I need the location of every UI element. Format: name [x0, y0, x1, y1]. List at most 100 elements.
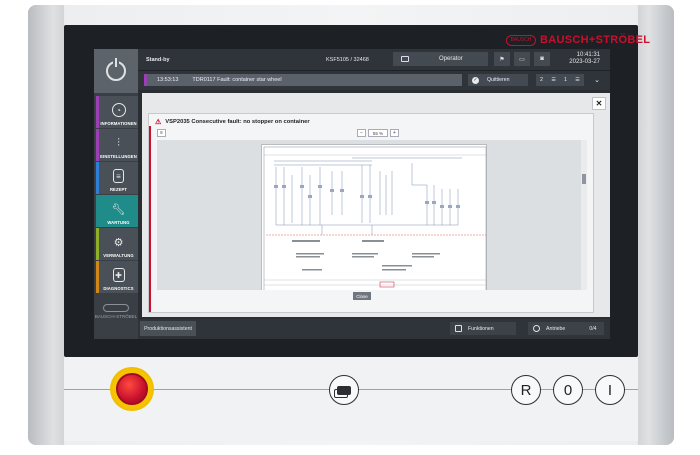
on-key[interactable]: I — [595, 375, 625, 405]
expand-alarms-button[interactable]: ⌄ — [590, 74, 604, 86]
device-side-right — [638, 5, 674, 445]
alarm-text: TDR0117 Fault: container star wheel — [192, 77, 282, 83]
pdf-toolbar: ≡ − 55 % + — [157, 128, 587, 138]
operator-label: Operator — [439, 56, 463, 62]
alarm-message-field[interactable]: 13:53:13 TDR0117 Fault: container star w… — [144, 74, 462, 86]
alarm-count-a: 2 — [540, 77, 543, 83]
alarm-time: 13:53:13 — [157, 77, 179, 83]
diagnostics-icon: ✚ — [112, 268, 125, 282]
off-key[interactable]: 0 — [553, 375, 583, 405]
emergency-stop-button[interactable] — [110, 367, 154, 411]
screen-bezel: BAUSCH BAUSCH+STRÖBEL ◔ INFORMATIONEN ⫶ … — [64, 25, 650, 357]
emergency-stop-knob — [116, 373, 148, 405]
zoom-in-icon: + — [393, 130, 396, 136]
functions-label: Funktionen — [468, 325, 494, 332]
nav-item-label: INFORMATIONEN — [100, 121, 137, 126]
dialog-title-text: VSP2035 Consecutive fault: no stopper on… — [165, 119, 310, 125]
cards-icon — [337, 385, 351, 395]
zoom-controls: − 55 % + — [357, 129, 399, 137]
nav-item-wartung[interactable]: 🔧︎ WARTUNG — [96, 195, 138, 227]
flag-icon: ⚑ — [499, 56, 505, 63]
schematic-page — [261, 144, 487, 290]
hmi-device: BAUSCH BAUSCH+STRÖBEL ◔ INFORMATIONEN ⫶ … — [28, 5, 674, 445]
power-icon — [106, 58, 126, 81]
device-side-left — [28, 5, 64, 445]
alarm-count-b: 1 — [564, 77, 567, 83]
messages-button[interactable]: ▭ — [514, 52, 530, 66]
main-content: ✕ ⚠ VSP2035 Consecutive fault: no stoppe… — [142, 93, 610, 317]
sliders-icon: ⫶ — [117, 136, 120, 149]
nav-footer-logo: BAUSCH+STRÖBEL — [94, 304, 138, 319]
hmi-screen: ◔ INFORMATIONEN ⫶ EINSTELLUNGEN ≡ REZEPT… — [94, 49, 610, 339]
dialog-close-x-button[interactable]: ✕ — [592, 97, 606, 110]
top-status-bar: Stand-by KSF5105 / 32468 Operator ⚑ ▭ ◙ … — [138, 49, 610, 71]
user-icon — [401, 56, 409, 62]
fault-document-dialog: ⚠ VSP2035 Consecutive fault: no stopper … — [148, 113, 594, 313]
alarm-list-icon: ☰ — [551, 77, 556, 83]
check-icon: ✓ — [472, 76, 479, 84]
camera-button[interactable]: ◙ — [534, 52, 550, 66]
pdf-menu-button[interactable]: ≡ — [157, 129, 166, 137]
mode-switch-button[interactable] — [329, 375, 359, 405]
drives-button[interactable]: Antriebe 0/4 — [528, 322, 604, 335]
nav-item-rezept[interactable]: ≡ REZEPT — [96, 162, 138, 194]
nav-item-diagnostics[interactable]: ✚ DIAGNOSTICS — [96, 261, 138, 293]
dialog-close-button[interactable]: Close — [353, 292, 371, 300]
side-navigation: ◔ INFORMATIONEN ⫶ EINSTELLUNGEN ≡ REZEPT… — [94, 49, 138, 339]
brand-logo: BAUSCH BAUSCH+STRÖBEL — [506, 34, 650, 46]
nav-item-label: REZEPT — [109, 187, 128, 192]
gauge-icon: ◔ — [111, 103, 126, 117]
nav-item-label: VERWALTUNG — [103, 253, 134, 258]
alarm-message-bar: 13:53:13 TDR0117 Fault: container star w… — [138, 71, 610, 90]
nav-item-label: EINSTELLUNGEN — [100, 154, 137, 159]
electrical-schematic-drawing — [263, 146, 487, 290]
drives-label: Antriebe — [546, 325, 566, 332]
zoom-in-button[interactable]: + — [390, 129, 399, 137]
camera-icon: ◙ — [540, 56, 544, 62]
nav-item-einstellungen[interactable]: ⫶ EINSTELLUNGEN — [96, 129, 138, 161]
nav-item-verwaltung[interactable]: ⚙ VERWALTUNG — [96, 228, 138, 260]
messages-icon: ▭ — [519, 56, 525, 63]
nav-item-label: WARTUNG — [107, 220, 130, 225]
chevron-down-icon: ⌄ — [594, 77, 600, 84]
operator-button[interactable]: Operator — [393, 52, 488, 66]
nav-footer-logo-oval — [103, 304, 129, 312]
reset-key[interactable]: R — [511, 375, 541, 405]
bottom-bar: Produktionsassistent Funktionen Antriebe… — [138, 319, 610, 339]
menu-icon: ≡ — [160, 130, 163, 136]
zoom-out-icon: − — [360, 130, 363, 136]
nav-item-informationen[interactable]: ◔ INFORMATIONEN — [96, 96, 138, 128]
nav-item-label: DIAGNOSTICS — [103, 286, 134, 291]
functions-icon — [455, 325, 462, 332]
pdf-scrollbar[interactable] — [581, 140, 587, 290]
machine-state: Stand-by — [146, 57, 170, 63]
alarm-counter[interactable]: 2 ☰ 1 ☰ — [536, 74, 584, 86]
nav-footer-logo-text: BAUSCH+STRÖBEL — [94, 314, 138, 319]
warning-icon: ⚠ — [155, 119, 162, 126]
acknowledge-button[interactable]: ✓ Quittieren — [468, 74, 528, 86]
drives-icon — [533, 325, 540, 332]
dialog-title: ⚠ VSP2035 Consecutive fault: no stopper … — [155, 118, 310, 126]
tab-produktionsassistent[interactable]: Produktionsassistent — [140, 321, 196, 336]
zoom-out-button[interactable]: − — [357, 129, 366, 137]
acknowledge-label: Quittieren — [487, 77, 510, 83]
list-icon: ☰ — [575, 77, 580, 83]
pdf-viewer[interactable] — [157, 140, 587, 290]
machine-id: KSF5105 / 32468 — [326, 57, 369, 63]
gears-icon: ⚙ — [113, 236, 124, 249]
power-button[interactable] — [94, 49, 138, 93]
dialog-accent-bar — [149, 126, 151, 312]
functions-button[interactable]: Funktionen — [450, 322, 516, 335]
pdf-scrollbar-thumb[interactable] — [582, 174, 586, 184]
clock: 10:41:31 2023-03-27 — [569, 52, 600, 66]
clock-date: 2023-03-27 — [569, 59, 600, 65]
brand-logo-text: BAUSCH+STRÖBEL — [540, 34, 651, 46]
flag-button[interactable]: ⚑ — [494, 52, 510, 66]
brand-logo-oval: BAUSCH — [506, 34, 536, 46]
clock-time: 10:41:31 — [576, 52, 600, 58]
zoom-level[interactable]: 55 % — [368, 129, 388, 137]
document-icon: ≡ — [113, 169, 124, 183]
control-panel: R 0 I — [64, 357, 638, 441]
close-icon: ✕ — [595, 99, 603, 108]
drives-value: 0/4 — [589, 325, 597, 332]
